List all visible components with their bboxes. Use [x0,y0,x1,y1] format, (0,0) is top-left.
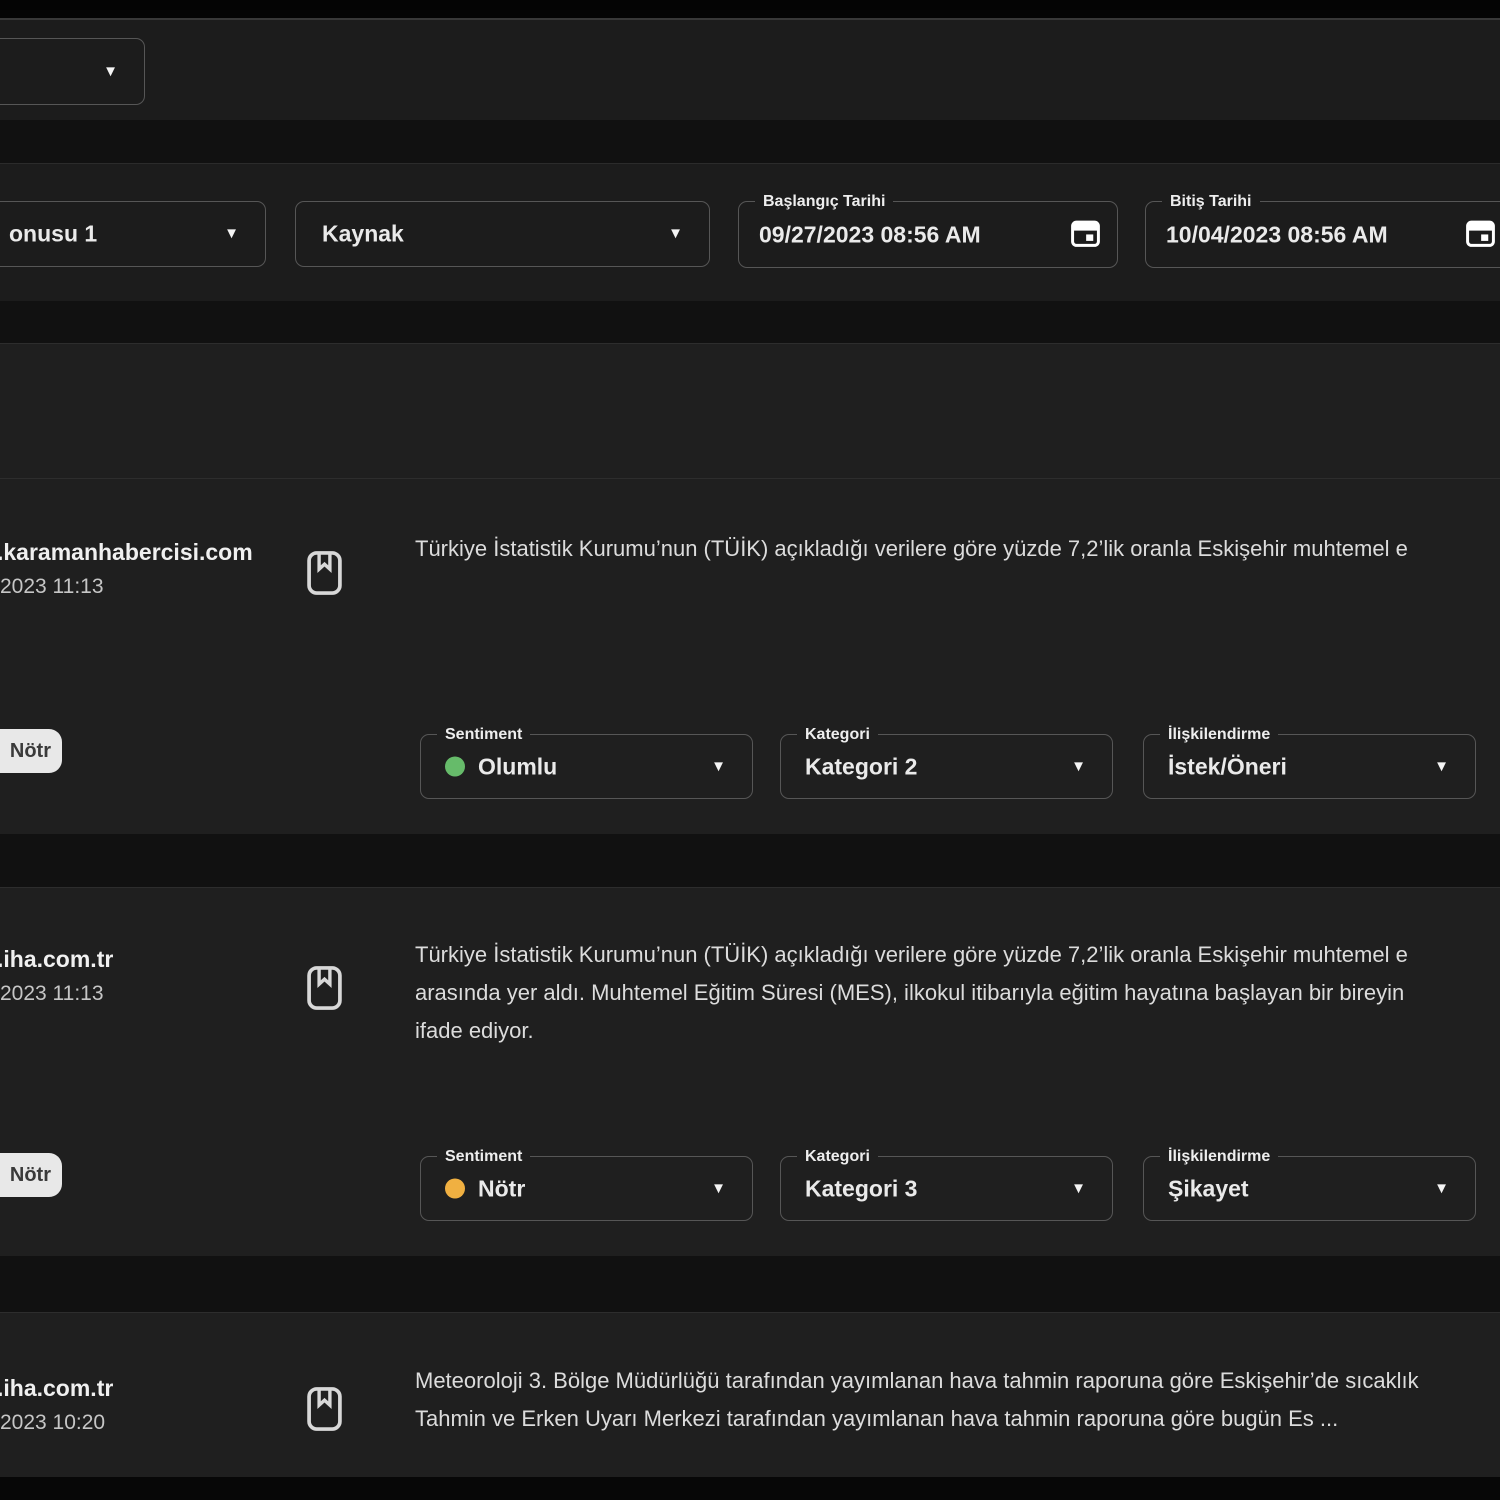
status-badge: Nötr [0,729,62,773]
topic-select[interactable]: onusu 1 ▼ [0,201,266,267]
calendar-icon[interactable] [1465,217,1496,253]
category-label: Kategori [797,1147,878,1167]
category-select[interactable]: Kategori Kategori 3 ▼ [780,1156,1113,1221]
bookmark-icon[interactable] [306,549,343,602]
item-content: Türkiye İstatistik Kurumu’nun (TÜİK) açı… [415,530,1500,568]
result-item: .karamanhabercisi.com 2023 11:13 Türkiye… [0,478,1500,834]
calendar-icon[interactable] [1070,217,1101,253]
content-line: Tahmin ve Erken Uyarı Merkezi tarafından… [415,1400,1500,1438]
page: ▼ onusu 1 ▼ Kaynak ▼ Başlangıç Tarihi 09… [0,0,1500,1500]
category-label: Kategori [797,725,878,745]
chevron-down-icon: ▼ [668,226,683,241]
source-select[interactable]: Kaynak ▼ [295,201,710,267]
category-value: Kategori 2 [805,753,917,780]
end-date-value: 10/04/2023 08:56 AM [1166,221,1388,248]
result-item: .iha.com.tr 2023 11:13 Türkiye İstatisti… [0,887,1500,1256]
status-badge-label: Nötr [10,1164,51,1187]
results-header [0,343,1500,480]
content-line: arasında yer aldı. Muhtemel Eğitim Süres… [415,974,1500,1012]
item-source: .karamanhabercisi.com [0,539,253,566]
content-line: Türkiye İstatistik Kurumu’nun (TÜİK) açı… [415,530,1500,568]
filters-panel: onusu 1 ▼ Kaynak ▼ Başlangıç Tarihi 09/2… [0,163,1500,301]
start-date-label: Başlangıç Tarihi [755,192,893,212]
association-value: İstek/Öneri [1168,753,1287,780]
item-datetime: 2023 10:20 [0,1411,105,1435]
header-panel: ▼ [0,20,1500,120]
content-line: Türkiye İstatistik Kurumu’nun (TÜİK) açı… [415,936,1500,974]
association-select[interactable]: İlişkilendirme Şikayet ▼ [1143,1156,1476,1221]
sentiment-text: Olumlu [478,753,557,780]
chevron-down-icon: ▼ [711,759,726,774]
top-bar [0,0,1500,20]
topic-select-value: onusu 1 [9,221,97,248]
item-content: Türkiye İstatistik Kurumu’nun (TÜİK) açı… [415,936,1500,1050]
chevron-down-icon: ▼ [224,226,239,241]
chevron-down-icon: ▼ [711,1181,726,1196]
chevron-down-icon: ▼ [1434,759,1449,774]
chevron-down-icon: ▼ [1071,759,1086,774]
end-date-field[interactable]: Bitiş Tarihi 10/04/2023 08:56 AM [1145,201,1500,268]
bookmark-icon[interactable] [306,964,343,1017]
sentiment-select[interactable]: Sentiment Nötr ▼ [420,1156,753,1221]
chevron-down-icon: ▼ [1071,1181,1086,1196]
status-badge-label: Nötr [10,740,51,763]
sentiment-label: Sentiment [437,1147,530,1167]
item-datetime: 2023 11:13 [0,982,104,1006]
result-item: .iha.com.tr 2023 10:20 Meteoroloji 3. Bö… [0,1312,1500,1478]
sentiment-dot-icon [445,757,465,777]
sentiment-select[interactable]: Sentiment Olumlu ▼ [420,734,753,799]
content-line: ifade ediyor. [415,1012,1500,1050]
source-select-value: Kaynak [322,221,404,248]
content-line: Meteoroloji 3. Bölge Müdürlüğü tarafında… [415,1362,1500,1400]
chevron-down-icon: ▼ [103,64,118,79]
header-select[interactable]: ▼ [0,38,145,105]
association-select[interactable]: İlişkilendirme İstek/Öneri ▼ [1143,734,1476,799]
item-source: .iha.com.tr [0,946,113,973]
end-date-label: Bitiş Tarihi [1162,192,1260,212]
bookmark-icon[interactable] [306,1385,343,1438]
item-source: .iha.com.tr [0,1375,113,1402]
category-value: Kategori 3 [805,1175,917,1202]
category-select[interactable]: Kategori Kategori 2 ▼ [780,734,1113,799]
association-value: Şikayet [1168,1175,1249,1202]
sentiment-label: Sentiment [437,725,530,745]
item-datetime: 2023 11:13 [0,575,104,599]
item-content: Meteoroloji 3. Bölge Müdürlüğü tarafında… [415,1362,1500,1438]
sentiment-dot-icon [445,1179,465,1199]
start-date-field[interactable]: Başlangıç Tarihi 09/27/2023 08:56 AM [738,201,1118,268]
association-label: İlişkilendirme [1160,725,1278,745]
chevron-down-icon: ▼ [1434,1181,1449,1196]
bottom-bar [0,1477,1500,1500]
status-badge: Nötr [0,1153,62,1197]
start-date-value: 09/27/2023 08:56 AM [759,221,981,248]
sentiment-text: Nötr [478,1175,525,1202]
association-label: İlişkilendirme [1160,1147,1278,1167]
sentiment-value: Nötr [445,1175,525,1202]
sentiment-value: Olumlu [445,753,557,780]
